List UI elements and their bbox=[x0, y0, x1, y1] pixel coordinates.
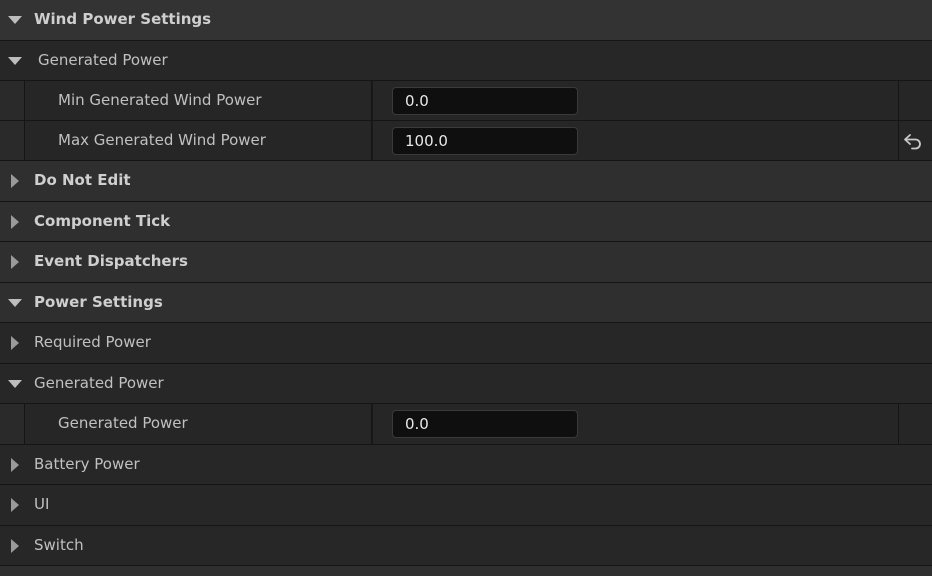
category-label: Power Settings bbox=[34, 293, 163, 311]
expanded-arrow-icon[interactable] bbox=[8, 57, 22, 65]
subcategory-label: Generated Power bbox=[38, 51, 168, 69]
collapsed-arrow-icon[interactable] bbox=[11, 539, 19, 553]
collapsed-arrow-icon[interactable] bbox=[11, 336, 19, 350]
category-event-dispatchers[interactable]: Event Dispatchers bbox=[0, 242, 932, 283]
category-label: Wind Power Settings bbox=[34, 10, 212, 28]
subcategory-label: Generated Power bbox=[34, 374, 164, 392]
category-label: Do Not Edit bbox=[34, 171, 131, 189]
subcategory-label: Switch bbox=[34, 536, 84, 554]
category-component-tick[interactable]: Component Tick bbox=[0, 202, 932, 242]
indent-strip bbox=[0, 404, 25, 444]
generated-power-input[interactable]: 0.0 bbox=[392, 410, 578, 438]
min-generated-wind-power-input[interactable]: 0.0 bbox=[392, 87, 578, 115]
category-power-settings[interactable]: Power Settings bbox=[0, 283, 932, 323]
property-label: Min Generated Wind Power bbox=[58, 91, 262, 109]
reset-cell bbox=[898, 81, 932, 120]
subcategory-generated-power[interactable]: Generated Power bbox=[0, 41, 932, 81]
expanded-arrow-icon[interactable] bbox=[8, 299, 22, 307]
reset-cell bbox=[898, 404, 932, 444]
property-generated-power: Generated Power 0.0 bbox=[0, 404, 932, 445]
category-label: Event Dispatchers bbox=[34, 252, 188, 270]
subcategory-label: Battery Power bbox=[34, 455, 140, 473]
collapsed-arrow-icon[interactable] bbox=[11, 174, 19, 188]
property-min-generated-wind-power: Min Generated Wind Power 0.0 bbox=[0, 81, 932, 121]
subcategory-generated-power-2[interactable]: Generated Power bbox=[0, 364, 932, 404]
reset-to-default-icon[interactable] bbox=[903, 132, 923, 150]
subcategory-battery-power[interactable]: Battery Power bbox=[0, 445, 932, 485]
collapsed-arrow-icon[interactable] bbox=[11, 498, 19, 512]
property-label: Max Generated Wind Power bbox=[58, 131, 266, 149]
category-wind-power-settings[interactable]: Wind Power Settings bbox=[0, 0, 932, 41]
property-max-generated-wind-power: Max Generated Wind Power 100.0 bbox=[0, 121, 932, 161]
subcategory-switch[interactable]: Switch bbox=[0, 526, 932, 566]
expanded-arrow-icon[interactable] bbox=[8, 380, 22, 388]
expanded-arrow-icon[interactable] bbox=[8, 16, 22, 24]
subcategory-label: Required Power bbox=[34, 333, 151, 351]
category-label: Component Tick bbox=[34, 212, 171, 230]
subcategory-ui[interactable]: UI bbox=[0, 485, 932, 526]
collapsed-arrow-icon[interactable] bbox=[11, 458, 19, 472]
details-panel: Wind Power Settings Generated Power Min … bbox=[0, 0, 932, 576]
subcategory-required-power[interactable]: Required Power bbox=[0, 323, 932, 364]
max-generated-wind-power-input[interactable]: 100.0 bbox=[392, 127, 578, 155]
collapsed-arrow-icon[interactable] bbox=[11, 215, 19, 229]
category-do-not-edit[interactable]: Do Not Edit bbox=[0, 161, 932, 202]
property-label: Generated Power bbox=[58, 414, 188, 432]
indent-strip bbox=[0, 121, 25, 160]
collapsed-arrow-icon[interactable] bbox=[11, 255, 19, 269]
subcategory-label: UI bbox=[34, 495, 50, 513]
indent-strip bbox=[0, 81, 25, 120]
